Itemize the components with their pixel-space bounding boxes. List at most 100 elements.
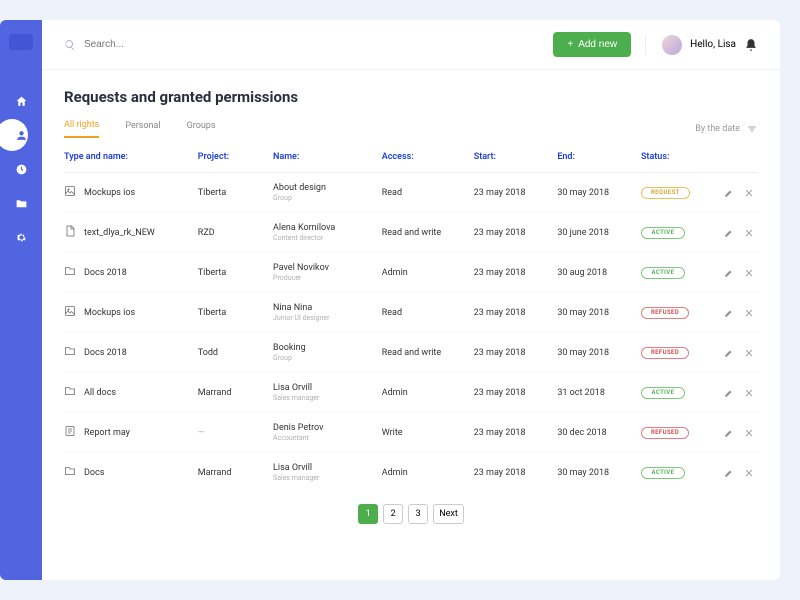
close-icon[interactable] <box>744 228 754 238</box>
sort-control[interactable]: By the date <box>695 124 758 134</box>
edit-icon[interactable] <box>724 228 734 238</box>
row-actions <box>716 428 758 438</box>
cell-status: ACTIVE <box>641 467 716 479</box>
cell-project: Tiberta <box>198 308 273 318</box>
cell-status: ACTIVE <box>641 267 716 279</box>
col-type: Type and name: <box>64 152 198 162</box>
sidebar-item-users[interactable] <box>0 120 42 150</box>
tab-personal[interactable]: Personal <box>125 121 160 137</box>
cell-project: Tiberta <box>198 268 273 278</box>
cell-name: BookingGroup <box>273 343 382 362</box>
cell-name: Nina NinaJunior UI designer <box>273 303 382 322</box>
tab-all-rights[interactable]: All rights <box>64 120 99 138</box>
edit-icon[interactable] <box>724 308 734 318</box>
row-actions <box>716 388 758 398</box>
edit-icon[interactable] <box>724 428 734 438</box>
page-next[interactable]: Next <box>433 504 464 524</box>
cell-end: 30 dec 2018 <box>557 428 641 438</box>
page-title: Requests and granted permissions <box>64 88 758 106</box>
edit-icon[interactable] <box>724 268 734 278</box>
cell-start: 23 may 2018 <box>474 268 558 278</box>
cell-access: Admin <box>382 388 474 398</box>
sort-label: By the date <box>695 124 740 134</box>
pagination: 1 2 3 Next <box>64 492 758 536</box>
cell-status: REQUEST <box>641 187 716 199</box>
edit-icon[interactable] <box>724 348 734 358</box>
avatar[interactable] <box>662 35 682 55</box>
sidebar-item-settings[interactable] <box>0 222 42 252</box>
table-header: Type and name: Project: Name: Access: St… <box>64 142 758 173</box>
logo <box>9 34 33 50</box>
cell-start: 23 may 2018 <box>474 428 558 438</box>
tab-groups[interactable]: Groups <box>187 121 216 137</box>
close-icon[interactable] <box>744 188 754 198</box>
cell-start: 23 may 2018 <box>474 348 558 358</box>
close-icon[interactable] <box>744 428 754 438</box>
status-badge: REFUSED <box>641 347 689 359</box>
cell-name: About designGroup <box>273 183 382 202</box>
close-icon[interactable] <box>744 388 754 398</box>
close-icon[interactable] <box>744 268 754 278</box>
sidebar-item-home[interactable] <box>0 86 42 116</box>
row-actions <box>716 348 758 358</box>
cell-end: 30 may 2018 <box>557 308 641 318</box>
permissions-table: Type and name: Project: Name: Access: St… <box>64 142 758 492</box>
file-type-icon <box>64 265 76 280</box>
edit-icon[interactable] <box>724 468 734 478</box>
table-row: Report may—Denis PetrovAccountantWrite23… <box>64 413 758 453</box>
cell-project: RZD <box>198 228 273 238</box>
row-actions <box>716 188 758 198</box>
status-badge: ACTIVE <box>641 467 685 479</box>
cell-filename: Docs 2018 <box>64 265 198 280</box>
cell-access: Write <box>382 428 474 438</box>
cell-access: Read <box>382 188 474 198</box>
row-actions <box>716 308 758 318</box>
sidebar-item-clock[interactable] <box>0 154 42 184</box>
plus-icon: + <box>567 39 573 50</box>
search-input[interactable] <box>84 39 539 50</box>
table-row: Mockups iosTibertaAbout designGroupRead2… <box>64 173 758 213</box>
status-badge: ACTIVE <box>641 387 685 399</box>
cell-status: REFUSED <box>641 347 716 359</box>
cell-project: Marrand <box>198 468 273 478</box>
search-box <box>64 39 539 51</box>
cell-filename: Docs 2018 <box>64 345 198 360</box>
col-project: Project: <box>198 152 273 162</box>
cell-name: Lisa OrvillSales manager <box>273 383 382 402</box>
cell-start: 23 may 2018 <box>474 388 558 398</box>
search-icon <box>64 39 76 51</box>
row-actions <box>716 228 758 238</box>
greeting: Hello, Lisa <box>690 39 736 50</box>
cell-name: Alena KornilovaContent director <box>273 223 382 242</box>
cell-project: Marrand <box>198 388 273 398</box>
edit-icon[interactable] <box>724 188 734 198</box>
file-type-icon <box>64 425 76 440</box>
page-3[interactable]: 3 <box>408 504 428 524</box>
edit-icon[interactable] <box>724 388 734 398</box>
close-icon[interactable] <box>744 348 754 358</box>
sidebar-item-folder[interactable] <box>0 188 42 218</box>
add-button-label: Add new <box>578 39 617 50</box>
page-2[interactable]: 2 <box>383 504 403 524</box>
file-type-icon <box>64 225 76 240</box>
bell-icon[interactable] <box>744 38 758 52</box>
content: Requests and granted permissions All rig… <box>42 70 780 580</box>
close-icon[interactable] <box>744 308 754 318</box>
cell-end: 31 oct 2018 <box>557 388 641 398</box>
cell-name: Denis PetrovAccountant <box>273 423 382 442</box>
user-area: Hello, Lisa <box>645 35 758 55</box>
topbar: + Add new Hello, Lisa <box>42 20 780 70</box>
cell-access: Read and write <box>382 228 474 238</box>
cell-start: 23 may 2018 <box>474 468 558 478</box>
cell-filename: All docs <box>64 385 198 400</box>
close-icon[interactable] <box>744 468 754 478</box>
file-type-icon <box>64 185 76 200</box>
table-row: Docs 2018ToddBookingGroupRead and write2… <box>64 333 758 373</box>
col-start: Start: <box>474 152 558 162</box>
add-new-button[interactable]: + Add new <box>553 32 631 57</box>
cell-start: 23 may 2018 <box>474 188 558 198</box>
cell-name: Pavel NovikovProducer <box>273 263 382 282</box>
page-1[interactable]: 1 <box>358 504 378 524</box>
cell-access: Read <box>382 308 474 318</box>
cell-start: 23 may 2018 <box>474 228 558 238</box>
